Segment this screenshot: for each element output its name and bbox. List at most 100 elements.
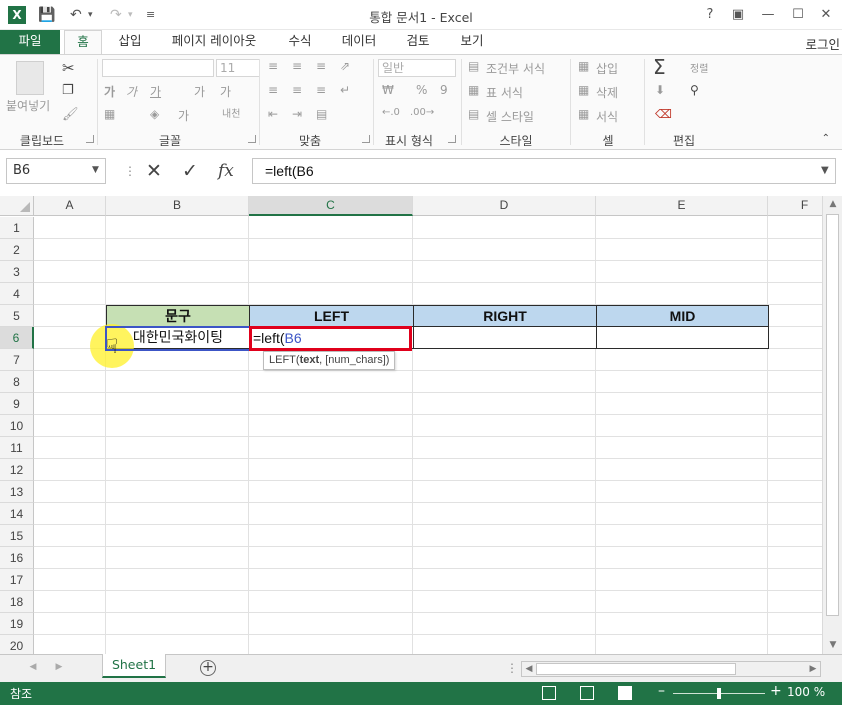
- column-header-d[interactable]: D: [413, 196, 596, 216]
- ribbon-display-icon[interactable]: ▣: [726, 4, 750, 26]
- grow-font-button[interactable]: 가: [194, 83, 205, 100]
- name-box[interactable]: B6: [6, 158, 106, 184]
- row-header-1[interactable]: 1: [0, 217, 34, 239]
- page-layout-view-icon[interactable]: [580, 686, 594, 700]
- underline-button[interactable]: 가: [150, 83, 161, 100]
- help-icon[interactable]: ?: [698, 4, 722, 26]
- phonetic-button[interactable]: 내천: [222, 105, 240, 120]
- shrink-font-button[interactable]: 가: [220, 83, 231, 100]
- tab-home[interactable]: 홈: [64, 30, 102, 55]
- normal-view-icon[interactable]: [542, 686, 556, 700]
- cancel-icon[interactable]: ✕: [146, 160, 162, 182]
- scroll-left-icon[interactable]: ◀: [522, 664, 536, 674]
- percent-button[interactable]: %: [416, 83, 427, 97]
- format-cells-button[interactable]: 서식: [596, 108, 618, 125]
- font-size-dropdown[interactable]: 11: [216, 59, 260, 77]
- tab-page-layout[interactable]: 페이지 레이아웃: [162, 30, 266, 54]
- sheet-tab-sheet1[interactable]: Sheet1: [102, 654, 166, 678]
- row-header-19[interactable]: 19: [0, 613, 34, 635]
- select-all-corner[interactable]: [0, 196, 34, 216]
- row-header-6[interactable]: 6: [0, 327, 34, 349]
- row-header-14[interactable]: 14: [0, 503, 34, 525]
- column-header-c[interactable]: C: [249, 196, 413, 216]
- format-painter-icon[interactable]: 🖌: [62, 107, 79, 122]
- currency-button[interactable]: ₩: [382, 83, 394, 97]
- row-header-12[interactable]: 12: [0, 459, 34, 481]
- row-header-4[interactable]: 4: [0, 283, 34, 305]
- delete-cells-button[interactable]: 삭제: [596, 84, 618, 101]
- row-header-9[interactable]: 9: [0, 393, 34, 415]
- minimize-icon[interactable]: —: [756, 4, 780, 26]
- formula-input[interactable]: =left(B6: [252, 158, 836, 184]
- decrease-indent-icon[interactable]: ⇤: [268, 107, 278, 121]
- increase-decimal-icon[interactable]: ←.0: [382, 107, 400, 118]
- tab-view[interactable]: 보기: [450, 30, 494, 54]
- align-top-icon[interactable]: ≡: [268, 59, 278, 73]
- zoom-level[interactable]: 100 %: [787, 685, 825, 699]
- row-header-13[interactable]: 13: [0, 481, 34, 503]
- border-icon[interactable]: ▦: [104, 107, 115, 121]
- collapse-ribbon-icon[interactable]: ⌃: [822, 133, 830, 144]
- font-launcher-icon[interactable]: [248, 135, 256, 143]
- cell-e6[interactable]: [596, 327, 769, 349]
- vertical-scroll-thumb[interactable]: [826, 214, 839, 616]
- delete-cells-icon[interactable]: ▦: [578, 83, 589, 97]
- cell-b5[interactable]: 문구: [106, 305, 250, 327]
- column-header-b[interactable]: B: [106, 196, 249, 216]
- insert-cells-icon[interactable]: ▦: [578, 59, 589, 73]
- function-tooltip[interactable]: LEFT(text, [num_chars]): [263, 351, 396, 370]
- wrap-text-icon[interactable]: ↵: [340, 83, 350, 97]
- conditional-format-icon[interactable]: ▤: [468, 59, 479, 73]
- align-right-icon[interactable]: ≡: [316, 83, 326, 97]
- chevron-down-icon[interactable]: ▼: [92, 165, 99, 175]
- row-header-7[interactable]: 7: [0, 349, 34, 371]
- zoom-in-icon[interactable]: +: [770, 683, 782, 699]
- row-header-18[interactable]: 18: [0, 591, 34, 613]
- maximize-icon[interactable]: ☐: [786, 4, 810, 26]
- close-icon[interactable]: ✕: [814, 4, 838, 26]
- expand-formula-icon[interactable]: ▼: [821, 165, 829, 176]
- cell-c6-editor[interactable]: =left(B6: [249, 326, 412, 351]
- undo-dropdown-icon[interactable]: ▾: [88, 5, 93, 25]
- page-break-view-icon[interactable]: [618, 686, 632, 700]
- orientation-icon[interactable]: ⇗: [340, 59, 350, 73]
- sort-filter-button[interactable]: 정렬: [690, 60, 708, 75]
- save-icon[interactable]: 💾: [38, 5, 55, 25]
- row-header-11[interactable]: 11: [0, 437, 34, 459]
- row-header-3[interactable]: 3: [0, 261, 34, 283]
- zoom-out-icon[interactable]: –: [658, 683, 665, 699]
- column-header-a[interactable]: A: [34, 196, 106, 216]
- increase-indent-icon[interactable]: ⇥: [292, 107, 302, 121]
- conditional-format-button[interactable]: 조건부 서식: [486, 60, 545, 77]
- row-header-16[interactable]: 16: [0, 547, 34, 569]
- cell-c5[interactable]: LEFT: [249, 305, 414, 327]
- cut-icon[interactable]: ✂: [62, 59, 75, 77]
- scroll-right-icon[interactable]: ▶: [806, 664, 820, 674]
- customize-qat-icon[interactable]: ≡: [146, 5, 155, 25]
- fill-icon[interactable]: ⬇: [655, 83, 665, 97]
- row-header-17[interactable]: 17: [0, 569, 34, 591]
- column-header-e[interactable]: E: [596, 196, 768, 216]
- clipboard-launcher-icon[interactable]: [86, 135, 94, 143]
- horizontal-scrollbar[interactable]: ◀ ▶: [521, 661, 821, 677]
- italic-button[interactable]: 가: [126, 83, 137, 100]
- clear-icon[interactable]: ⌫: [655, 107, 672, 121]
- row-header-2[interactable]: 2: [0, 239, 34, 261]
- align-middle-icon[interactable]: ≡: [292, 59, 302, 73]
- tab-review[interactable]: 검토: [396, 30, 440, 54]
- cell-e5[interactable]: MID: [596, 305, 769, 327]
- comma-button[interactable]: 9: [440, 83, 448, 97]
- tab-formulas[interactable]: 수식: [278, 30, 322, 54]
- scroll-down-icon[interactable]: ▼: [826, 640, 840, 650]
- bold-button[interactable]: 가: [104, 83, 115, 100]
- paste-icon[interactable]: [16, 61, 44, 95]
- row-header-15[interactable]: 15: [0, 525, 34, 547]
- add-sheet-button[interactable]: +: [200, 660, 216, 676]
- cell-styles-button[interactable]: 셀 스타일: [486, 108, 534, 125]
- font-name-dropdown[interactable]: [102, 59, 214, 77]
- row-header-10[interactable]: 10: [0, 415, 34, 437]
- undo-icon[interactable]: ↶: [70, 5, 82, 25]
- tab-insert[interactable]: 삽입: [108, 30, 152, 54]
- column-header-f[interactable]: F: [768, 196, 822, 216]
- checkmark-icon[interactable]: ✓: [182, 160, 198, 182]
